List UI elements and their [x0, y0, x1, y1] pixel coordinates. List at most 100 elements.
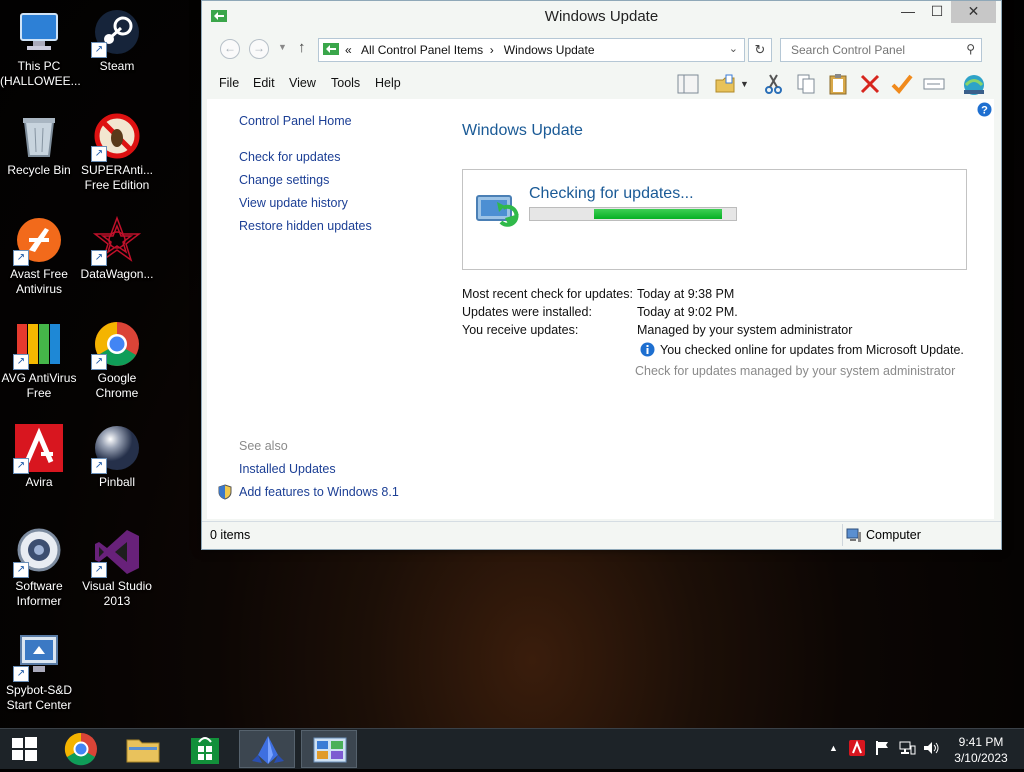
search-box[interactable]: ⚲: [780, 38, 982, 62]
shortcut-arrow-icon: ↗: [13, 250, 29, 266]
folder-options-icon[interactable]: [714, 72, 738, 96]
rename-icon[interactable]: [922, 72, 946, 96]
taskbar-store[interactable]: [177, 730, 233, 768]
internet-globe-icon[interactable]: [962, 72, 986, 96]
control-panel-home-link[interactable]: Control Panel Home: [239, 114, 352, 128]
taskbar-chrome[interactable]: [53, 730, 109, 768]
taskbar-file-explorer[interactable]: [115, 730, 171, 768]
view-update-history-link[interactable]: View update history: [239, 196, 348, 210]
action-center-flag-icon[interactable]: [874, 740, 890, 759]
layout-pane-icon[interactable]: [676, 72, 700, 96]
address-bar[interactable]: « All Control Panel Items › Windows Upda…: [318, 38, 745, 62]
help-icon[interactable]: ?: [977, 102, 992, 120]
start-button[interactable]: [0, 730, 48, 768]
network-icon[interactable]: [898, 740, 916, 759]
update-progress-bar: [529, 207, 737, 221]
clock-date: 3/10/2023: [954, 751, 1008, 765]
show-hidden-icons-button[interactable]: ▲: [829, 743, 838, 753]
store-icon: [191, 737, 219, 764]
desktop-icon-software-informer[interactable]: ↗ Software Informer: [0, 528, 78, 609]
check-for-updates-link[interactable]: Check for updates: [239, 150, 340, 164]
online-check-note: You checked online for updates from Micr…: [660, 343, 964, 357]
avira-icon: ↗: [13, 424, 63, 474]
cut-icon[interactable]: [762, 72, 786, 96]
desktop-icon-datawagon[interactable]: ↗ DataWagon...: [78, 215, 156, 282]
desktop-icon-spybot[interactable]: ↗ Spybot-S&D Start Center: [0, 632, 78, 713]
change-settings-link[interactable]: Change settings: [239, 173, 329, 187]
minimize-button[interactable]: —: [893, 1, 923, 23]
shortcut-arrow-icon: ↗: [13, 666, 29, 682]
breadcrumb-all-control-panel-items[interactable]: All Control Panel Items: [361, 43, 483, 57]
desktop-icon-steam[interactable]: ↗ Steam: [78, 8, 156, 74]
shortcut-arrow-icon: ↗: [91, 42, 107, 58]
breadcrumb-separator[interactable]: ›: [490, 43, 494, 57]
desktop-icon-recycle-bin[interactable]: Recycle Bin: [0, 112, 78, 178]
address-row: ← → ▼ ↑ « All Control Panel Items › Wind…: [212, 37, 992, 63]
volume-icon[interactable]: [922, 740, 940, 759]
visual-studio-icon: ↗: [91, 528, 141, 578]
address-dropdown-icon[interactable]: ⌄: [729, 42, 738, 55]
update-status-panel: Checking for updates...: [462, 169, 967, 270]
avast-icon: ↗: [13, 216, 63, 266]
maximize-button[interactable]: ☐: [922, 1, 952, 23]
windows-logo-icon: [12, 737, 37, 761]
item-count: 0 items: [210, 528, 251, 542]
desktop-icon-avg[interactable]: ↗ AVG AntiVirus Free: [0, 320, 78, 401]
breadcrumb: « All Control Panel Items › Windows Upda…: [345, 43, 595, 57]
menu-view[interactable]: View: [289, 76, 316, 90]
refresh-icon[interactable]: ↻: [748, 38, 772, 62]
superantispyware-icon: ↗: [91, 112, 141, 162]
copy-icon[interactable]: [794, 72, 818, 96]
back-arrow-icon[interactable]: ←: [220, 39, 240, 59]
pinball-icon: ↗: [91, 424, 141, 474]
breadcrumb-overflow[interactable]: «: [345, 43, 352, 57]
properties-check-icon[interactable]: [890, 72, 914, 96]
search-icon[interactable]: ⚲: [966, 42, 975, 56]
desktop-icon-label: Pinball: [98, 475, 136, 489]
restore-hidden-updates-link[interactable]: Restore hidden updates: [239, 219, 372, 233]
paste-icon[interactable]: [826, 72, 850, 96]
desktop-icon-this-pc[interactable]: This PC (HALLOWEE...: [0, 8, 81, 89]
taskbar-app-crystal[interactable]: [239, 730, 295, 768]
close-button[interactable]: ✕: [951, 1, 996, 23]
taskbar: ▲ 9:41 PM 3/10/2023: [0, 728, 1024, 769]
menu-help[interactable]: Help: [375, 76, 401, 90]
software-informer-icon: ↗: [13, 528, 63, 578]
add-features-link[interactable]: Add features to Windows 8.1: [239, 485, 399, 499]
update-progress-fill: [594, 209, 722, 219]
desktop-icon-visual-studio[interactable]: ↗ Visual Studio 2013: [78, 528, 156, 609]
check-managed-updates-link[interactable]: Check for updates managed by your system…: [635, 364, 955, 378]
file-explorer-icon: [126, 739, 160, 763]
steam-icon: ↗: [91, 8, 141, 58]
desktop-icon-avast[interactable]: ↗ Avast Free Antivirus: [0, 216, 78, 297]
desktop-icon-superantispyware[interactable]: ↗ SUPERAnti... Free Edition: [78, 112, 156, 193]
breadcrumb-windows-update[interactable]: Windows Update: [504, 43, 595, 57]
installed-updates-link[interactable]: Installed Updates: [239, 462, 336, 476]
up-arrow-icon[interactable]: ↑: [298, 39, 306, 56]
search-input[interactable]: [789, 42, 958, 58]
clock[interactable]: 9:41 PM 3/10/2023: [948, 734, 1014, 766]
shortcut-arrow-icon: ↗: [91, 250, 107, 266]
desktop-icon-chrome[interactable]: ↗ Google Chrome: [78, 320, 156, 401]
recent-locations-dropdown-icon[interactable]: ▼: [278, 42, 287, 52]
folder-options-dropdown-icon[interactable]: ▼: [740, 72, 752, 96]
menu-file[interactable]: File: [219, 76, 239, 90]
menu-tools[interactable]: Tools: [331, 76, 360, 90]
desktop-icon-avira[interactable]: ↗ Avira: [0, 424, 78, 490]
shortcut-arrow-icon: ↗: [91, 562, 107, 578]
menu-edit[interactable]: Edit: [253, 76, 275, 90]
windows-update-monitor-icon: [475, 192, 525, 231]
avira-tray-icon[interactable]: [849, 740, 865, 759]
forward-arrow-icon[interactable]: →: [249, 39, 269, 59]
receive-updates-label: You receive updates:: [462, 323, 579, 337]
control-panel-location-icon: [323, 43, 339, 58]
delete-icon[interactable]: [858, 72, 882, 96]
taskbar-control-panel[interactable]: [301, 730, 357, 768]
desktop-icon-label: Spybot-S&D Start Center: [5, 683, 73, 712]
title-bar[interactable]: Windows Update — ☐ ✕: [202, 1, 1001, 31]
clock-time: 9:41 PM: [958, 735, 1004, 749]
zone-computer: Computer: [866, 528, 921, 542]
desktop-icon-label: Software Informer: [15, 579, 63, 608]
desktop-icon-pinball[interactable]: ↗ Pinball: [78, 424, 156, 490]
desktop-icon-label: Visual Studio 2013: [82, 579, 152, 608]
